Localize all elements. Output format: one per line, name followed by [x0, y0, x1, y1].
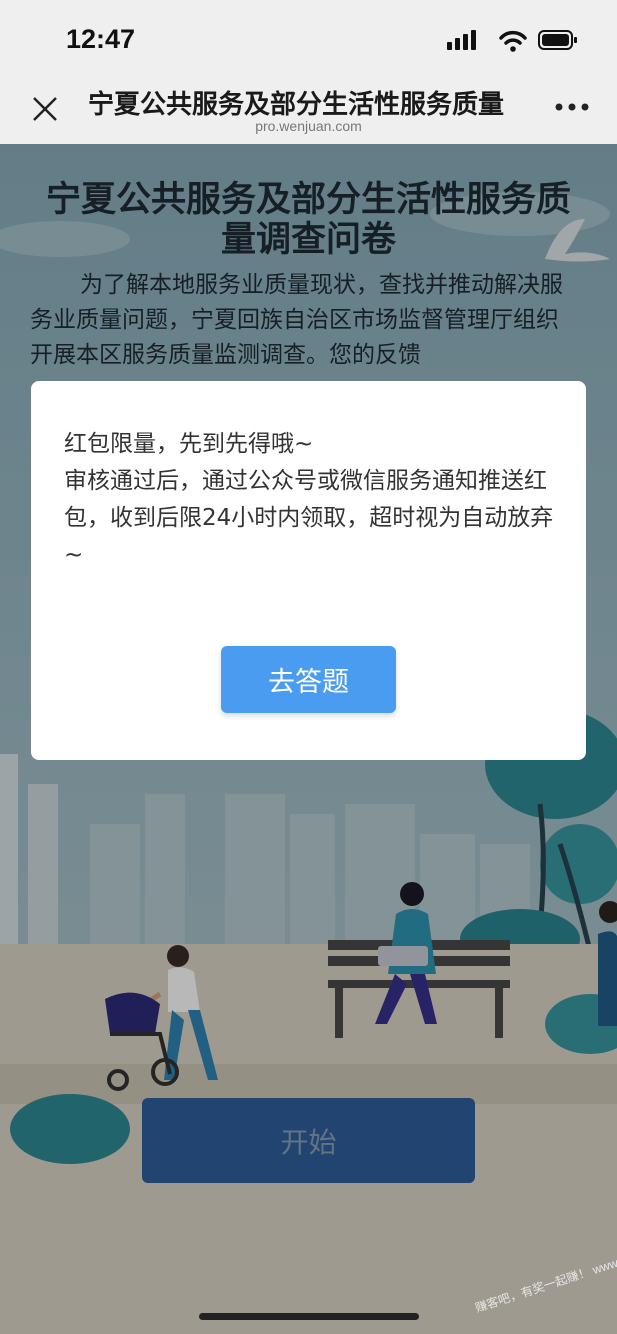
red-packet-modal: 红包限量，先到先得哦~ 审核通过后，通过公众号或微信服务通知推送红包，收到后限2…	[31, 381, 586, 760]
modal-message: 红包限量，先到先得哦~ 审核通过后，通过公众号或微信服务通知推送红包，收到后限2…	[64, 426, 554, 574]
status-icons	[447, 30, 577, 52]
status-bar: 12:47	[0, 0, 617, 78]
more-options-icon[interactable]	[555, 100, 589, 114]
page-url: pro.wenjuan.com	[255, 118, 362, 134]
modal-line-2: 审核通过后，通过公众号或微信服务通知推送红包，收到后限24小时内领取，超时视为自…	[64, 468, 554, 568]
wifi-icon	[499, 30, 527, 52]
battery-icon	[538, 30, 577, 50]
browser-nav-bar: 宁夏公共服务及部分生活性服务质量 pro.wenjuan.com	[0, 78, 617, 144]
home-indicator[interactable]	[199, 1313, 419, 1320]
clock: 12:47	[66, 24, 136, 54]
page-title: 宁夏公共服务及部分生活性服务质量	[88, 90, 505, 120]
signal-icon	[447, 30, 476, 50]
answer-button[interactable]: 去答题	[221, 646, 396, 713]
modal-line-1: 红包限量，先到先得哦~	[64, 431, 314, 457]
